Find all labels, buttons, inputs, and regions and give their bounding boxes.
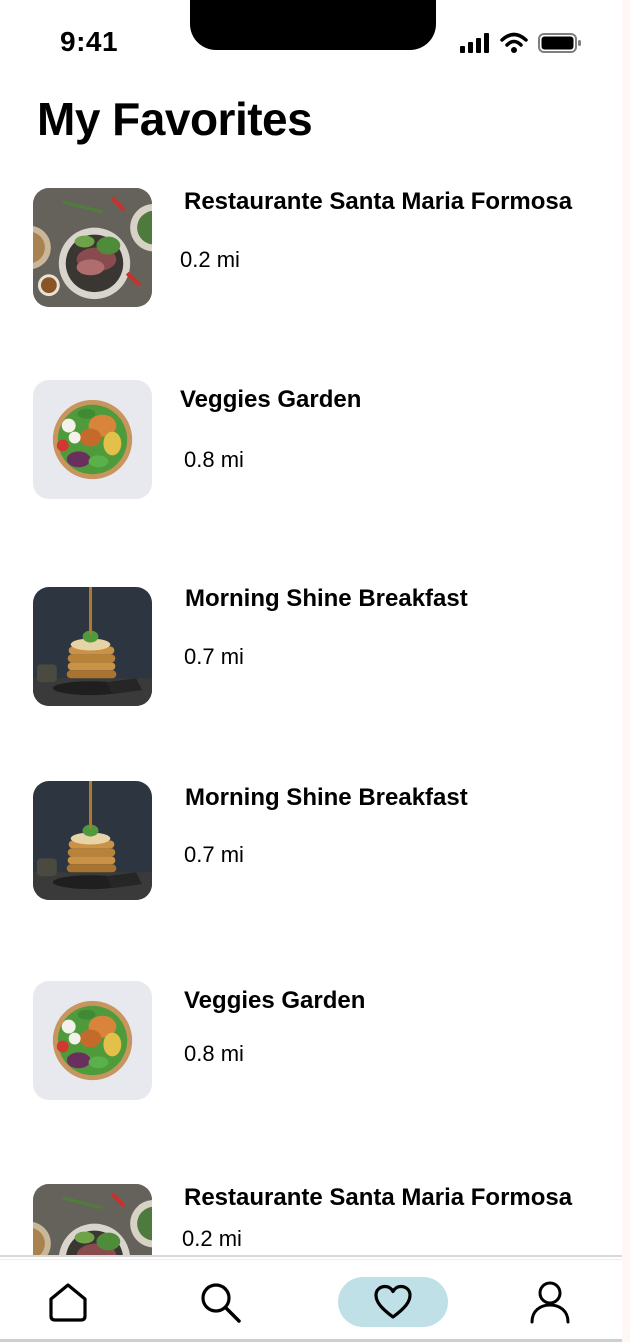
status-time: 9:41 [60, 26, 119, 57]
restaurant-distance: 0.7 mi [184, 644, 244, 669]
wifi-icon [500, 32, 528, 53]
tab-search[interactable] [196, 1277, 244, 1327]
restaurant-name: Veggies Garden [184, 987, 366, 1014]
favorite-item[interactable]: Morning Shine Breakfast 0.7 mi [33, 585, 613, 707]
tab-favorites[interactable] [338, 1277, 448, 1327]
restaurant-thumbnail [33, 380, 152, 499]
status-icons [460, 30, 582, 56]
tab-home[interactable] [44, 1277, 92, 1327]
tab-bar [0, 1255, 630, 1342]
favorite-item[interactable]: Restaurante Santa Maria Formosa 0.2 mi [33, 1184, 613, 1255]
restaurant-name: Morning Shine Breakfast [185, 585, 468, 612]
favorite-item[interactable]: Veggies Garden 0.8 mi [33, 380, 613, 500]
restaurant-name: Restaurante Santa Maria Formosa [184, 1184, 573, 1211]
home-icon [49, 1283, 87, 1322]
restaurant-distance: 0.7 mi [184, 842, 244, 867]
signal-icon [460, 33, 489, 53]
restaurant-name: Morning Shine Breakfast [185, 784, 468, 811]
restaurant-name: Veggies Garden [180, 386, 362, 413]
restaurant-distance: 0.8 mi [184, 1041, 244, 1066]
tab-profile[interactable] [526, 1277, 574, 1327]
restaurant-thumbnail [33, 781, 152, 900]
favorites-screen: My Favorites Restaurante Santa Maria For… [0, 0, 630, 1342]
heart-icon [374, 1284, 412, 1319]
restaurant-thumbnail [33, 587, 152, 706]
battery-icon [538, 33, 581, 53]
restaurant-distance: 0.8 mi [184, 447, 244, 472]
restaurant-distance: 0.2 mi [180, 247, 240, 272]
favorite-item[interactable]: Morning Shine Breakfast 0.7 mi [33, 781, 613, 901]
favorites-list[interactable]: My Favorites Restaurante Santa Maria For… [0, 0, 630, 1255]
search-icon [201, 1283, 241, 1323]
page-title: My Favorites [37, 93, 313, 145]
restaurant-thumbnail [33, 188, 152, 307]
restaurant-distance: 0.2 mi [182, 1226, 242, 1251]
device-notch [190, 0, 436, 50]
restaurant-thumbnail [33, 981, 152, 1100]
favorite-item[interactable]: Restaurante Santa Maria Formosa 0.2 mi [33, 188, 613, 308]
favorite-item[interactable]: Veggies Garden 0.8 mi [33, 981, 613, 1101]
restaurant-name: Restaurante Santa Maria Formosa [184, 188, 573, 215]
screen-edge [622, 0, 630, 1342]
restaurant-thumbnail [33, 1184, 152, 1255]
user-icon [530, 1281, 570, 1324]
